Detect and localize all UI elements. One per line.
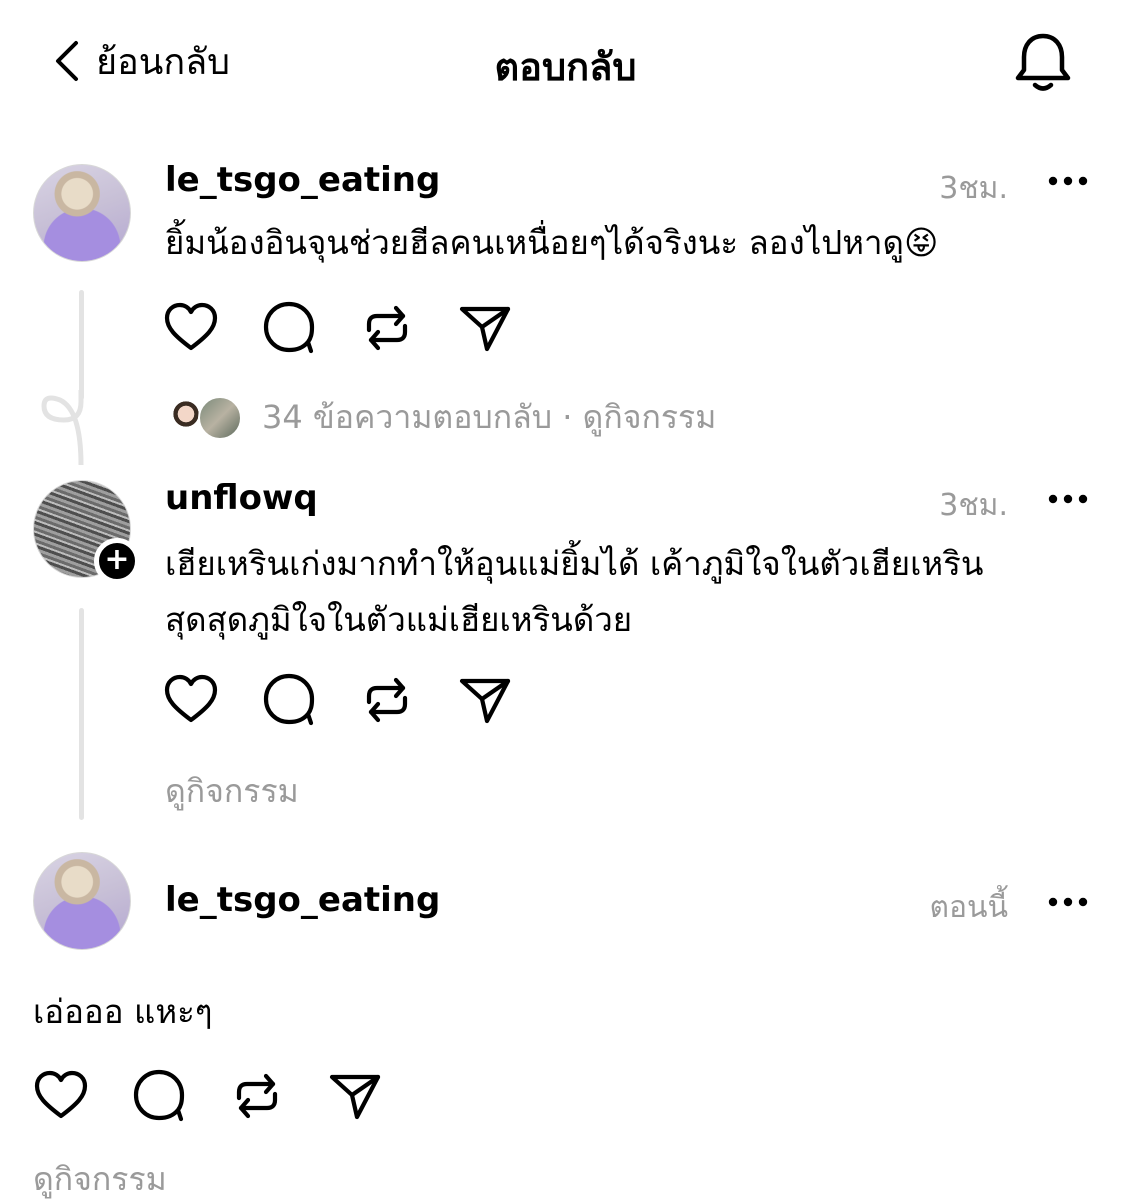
username[interactable]: le_tsgo_eating	[165, 160, 440, 200]
repost-button[interactable]	[359, 300, 415, 356]
comment-icon	[263, 301, 315, 354]
heart-icon	[164, 674, 218, 723]
view-activity-link[interactable]: ดูกิจกรรม	[165, 766, 299, 817]
repost-icon	[366, 677, 408, 723]
username[interactable]: unflowq	[165, 478, 318, 518]
bell-icon[interactable]	[1010, 30, 1076, 94]
more-icon[interactable]	[1048, 494, 1088, 504]
comment-icon	[133, 1069, 185, 1122]
heart-icon	[34, 1070, 88, 1119]
avatar[interactable]	[33, 852, 131, 950]
repost-icon	[236, 1073, 278, 1119]
send-icon	[459, 306, 511, 352]
username[interactable]: le_tsgo_eating	[165, 880, 440, 920]
timestamp: 3ชม.	[939, 171, 1008, 206]
top-bar: ย้อนกลับ ตอบกลับ	[0, 0, 1131, 125]
more-icon[interactable]	[1048, 176, 1088, 186]
comment-button[interactable]	[131, 1068, 187, 1124]
like-button[interactable]	[33, 1068, 89, 1124]
thread-line	[79, 290, 84, 400]
follow-plus-button[interactable]: +	[94, 538, 140, 584]
heart-icon	[164, 302, 218, 351]
replies-count-link[interactable]: 34 ข้อความตอบกลับ · ดูกิจกรรม	[262, 392, 716, 443]
timestamp: 3ชม.	[939, 488, 1008, 523]
repost-button[interactable]	[229, 1068, 285, 1124]
mini-avatar	[198, 395, 242, 440]
share-button[interactable]	[457, 300, 513, 356]
action-bar	[163, 672, 555, 728]
thread-line	[79, 608, 84, 820]
comment-icon	[263, 673, 315, 726]
view-activity-link[interactable]: ดูกิจกรรม	[33, 1154, 167, 1200]
like-button[interactable]	[163, 300, 219, 356]
comment-button[interactable]	[261, 300, 317, 356]
repost-button[interactable]	[359, 672, 415, 728]
more-icon[interactable]	[1048, 897, 1088, 907]
page-title: ตอบกลับ	[494, 45, 637, 89]
comment-button[interactable]	[261, 672, 317, 728]
post-text: เอ่อออ แหะๆ	[33, 992, 213, 1031]
post-text-line: เฮียเหรินเก่งมากทำให้อุนแม่ยิ้มได้ เค้าภ…	[165, 544, 984, 583]
send-icon	[459, 678, 511, 724]
replies-row[interactable]: 34 ข้อความตอบกลับ · ดูกิจกรรม	[164, 392, 716, 443]
timestamp: ตอนนี้	[929, 890, 1008, 925]
post-text-line: สุดสุดภูมิใจในตัวแม่เฮียเหรินด้วย	[165, 600, 633, 639]
avatar[interactable]	[33, 164, 131, 262]
post-text: ยิ้มน้องอินจุนช่วยฮีลคนเหนื่อยๆได้จริงนะ…	[165, 223, 939, 262]
send-icon	[329, 1074, 381, 1120]
like-button[interactable]	[163, 672, 219, 728]
repost-icon	[366, 305, 408, 351]
action-bar	[163, 300, 555, 356]
action-bar	[33, 1068, 425, 1124]
thread-loop-icon	[41, 390, 84, 465]
share-button[interactable]	[457, 672, 513, 728]
share-button[interactable]	[327, 1068, 383, 1124]
